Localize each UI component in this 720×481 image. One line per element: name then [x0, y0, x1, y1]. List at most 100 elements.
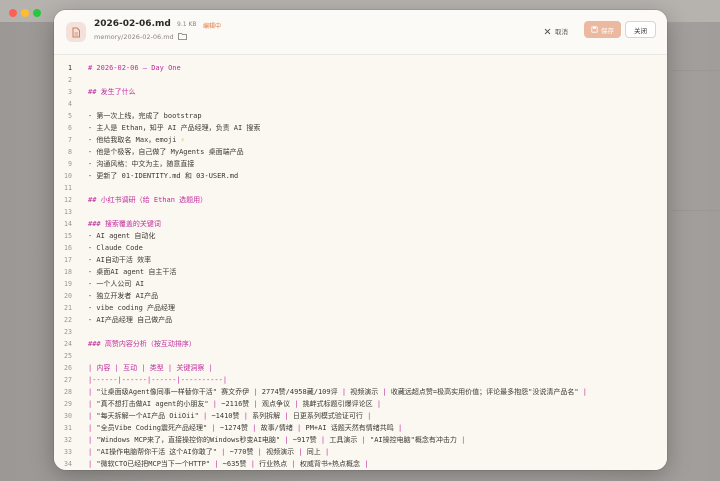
line-text: - 更新了 01-IDENTITY.md 和 03-USER.md — [88, 172, 239, 180]
table-cell-text: 故事/情绪 — [256, 424, 298, 432]
edit-state-badge: 编辑中 — [203, 23, 222, 30]
line-text: ## 小红书调研（给 Ethan 选题用） — [88, 196, 208, 204]
table-cell-text: 同上 — [302, 448, 325, 456]
editor-line[interactable]: 20 - 独立开发者 AI产品 — [54, 290, 667, 302]
editor-line[interactable]: 18 - 桌面AI agent 自主干活 — [54, 266, 667, 278]
close-label: 关闭 — [634, 26, 647, 35]
line-number: 31 — [64, 424, 72, 432]
editor-line[interactable]: 22 - AI产品经理 自己做产品 — [54, 314, 667, 326]
table-pipe: | — [324, 448, 330, 456]
table-cell-text: 2774赞/4958藏/109评 — [257, 388, 342, 396]
editor-line[interactable]: 8 - 他是个极客，自己做了 MyAgents 桌面端产品 — [54, 146, 667, 158]
editor-line[interactable]: 34 | "微软CTO已经把MCP当下一个HTTP" | ~635赞 | 行业热点… — [54, 458, 667, 470]
editor-line[interactable]: 2 — [54, 74, 667, 86]
table-cell-text: "AI操作电脑帮你干活 这个AI你敢了" — [92, 448, 222, 456]
zoom-window-icon[interactable] — [33, 9, 41, 17]
table-cell-text: "让桌面级Agent像同事一样替你干活" 赛文乔伊 — [92, 388, 254, 396]
table-cell-text: 行业热点 — [254, 460, 292, 468]
editor-line[interactable]: 7 - 他给我取名 Max，emoji ⚡ — [54, 134, 667, 146]
editor-line[interactable]: 9 - 沟通风格：中文为主，随意直接 — [54, 158, 667, 170]
file-editor-dialog: 2026-02-06.md 9.1 KB 编辑中 memory/2026-02-… — [54, 10, 667, 470]
table-cell-text: ~1274赞 — [215, 424, 253, 432]
line-text: | "每天拆解一个AI产品 OiiOii" | ~1410赞 | 系列拆解 | … — [88, 410, 371, 422]
line-number: 6 — [68, 124, 72, 132]
editor-line[interactable]: 17 - AI自动干活 效率 — [54, 254, 667, 266]
editor-line[interactable]: 31 | "全员Vibe Coding震死产品经理" | ~1274赞 | 故事/… — [54, 422, 667, 434]
line-number: 21 — [64, 304, 72, 312]
editor-line[interactable]: 27 |------|------|------|----------| — [54, 374, 667, 386]
markdown-editor[interactable]: 1 # 2026-02-06 — Day One 2 3 ## 发生了什么 4 5- 第一次… — [54, 55, 667, 470]
editor-line[interactable]: 21 - vibe coding 产品经理 — [54, 302, 667, 314]
close-button[interactable]: 关闭 — [625, 21, 656, 38]
editor-line[interactable]: 28 | "让桌面级Agent像同事一样替你干活" 赛文乔伊 | 2774赞/49… — [54, 386, 667, 398]
line-text: - Claude Code — [88, 244, 143, 252]
line-number: 19 — [64, 280, 72, 288]
table-pipe: | — [367, 412, 372, 420]
editor-line[interactable]: 19 - 一个人公司 AI — [54, 278, 667, 290]
minimize-window-icon[interactable] — [21, 9, 29, 17]
cancel-button[interactable]: 取消 — [544, 23, 568, 39]
line-number: 8 — [68, 148, 72, 156]
editor-line[interactable]: 3 ## 发生了什么 — [54, 86, 667, 98]
line-text: - 一个人公司 AI — [88, 280, 145, 288]
editor-line[interactable]: 32 | "Windows MCP来了，直接操控你的Windows秒变AI电脑" … — [54, 434, 667, 446]
line-text: ### 搜索覆盖的关键词 — [88, 220, 161, 228]
line-number: 10 — [64, 172, 72, 180]
line-text: # 2026-02-06 — Day One — [88, 64, 181, 72]
background-divider — [672, 210, 720, 211]
editor-line[interactable]: 33 | "AI操作电脑帮你干活 这个AI你敢了" | ~770赞 | 视频演示 … — [54, 446, 667, 458]
editor-line[interactable]: 11 — [54, 182, 667, 194]
table-cell-text: 日更系列模式验证可行 — [288, 412, 368, 420]
line-text: ### 高赞内容分析（按互动排序） — [88, 340, 196, 348]
line-number: 22 — [64, 316, 72, 324]
line-number: 24 — [64, 340, 72, 348]
line-number: 7 — [68, 136, 72, 144]
line-text: - 沟通风格：中文为主，随意直接 — [88, 160, 195, 168]
table-cell-text: "全员Vibe Coding震死产品经理" — [92, 424, 212, 432]
table-cell-text: 工具演示 — [325, 436, 362, 444]
line-number: 30 — [64, 412, 72, 420]
editor-line[interactable]: 29 | "真不想打击做AI agent的小朋友" | ~2116赞 | 观点争议… — [54, 398, 667, 410]
editor-line[interactable]: 1 # 2026-02-06 — Day One — [54, 62, 667, 74]
table-cell-text: ~1410赞 — [207, 412, 244, 420]
editor-line[interactable]: 30 | "每天拆解一个AI产品 OiiOii" | ~1410赞 | 系列拆解 … — [54, 410, 667, 422]
line-number: 32 — [64, 436, 72, 444]
table-pipe: | — [376, 400, 382, 408]
line-number: 13 — [64, 208, 72, 216]
line-text: | "Windows MCP来了，直接操控你的Windows秒变AI电脑" | … — [88, 434, 465, 446]
table-cell-text: 系列拆解 — [247, 412, 285, 420]
table-pipe: | — [397, 424, 403, 432]
line-text: ## 发生了什么 — [88, 88, 136, 96]
editor-line[interactable]: 15 - AI agent 自动化 — [54, 230, 667, 242]
close-icon — [544, 28, 551, 34]
line-text: | "让桌面级Agent像同事一样替你干活" 赛文乔伊 | 2774赞/4958… — [88, 386, 587, 398]
line-number: 11 — [64, 184, 72, 192]
line-text: - 他给我取名 Max，emoji ⚡ — [88, 134, 185, 146]
line-text: - 他是个极客，自己做了 MyAgents 桌面端产品 — [88, 148, 244, 156]
line-text: - AI自动干活 效率 — [88, 256, 152, 264]
editor-line[interactable]: 6 - 主人是 Ethan，知乎 AI 产品经理，负责 AI 搜索 — [54, 122, 667, 134]
table-cell-text: "每天拆解一个AI产品 OiiOii" — [92, 412, 204, 420]
line-number: 20 — [64, 292, 72, 300]
editor-line[interactable]: 25 — [54, 350, 667, 362]
table-pipe: | — [582, 388, 587, 396]
editor-line[interactable]: 26 | 内容 | 互动 | 类型 | 关键洞察 | — [54, 362, 667, 374]
editor-line[interactable]: 14 ### 搜索覆盖的关键词 — [54, 218, 667, 230]
table-cell-text: PM+AI 话题天然有情绪共鸣 — [301, 424, 398, 432]
table-cell-text: ~917赞 — [288, 436, 321, 444]
file-path: memory/2026-02-06.md — [94, 33, 174, 41]
editor-line[interactable]: 24 ### 高赞内容分析（按互动排序） — [54, 338, 667, 350]
editor-line[interactable]: 4 — [54, 98, 667, 110]
close-window-icon[interactable] — [9, 9, 17, 17]
editor-line[interactable]: 13 — [54, 206, 667, 218]
editor-line[interactable]: 5 - 第一次上线，完成了 bootstrap — [54, 110, 667, 122]
line-number: 28 — [64, 388, 72, 396]
editor-line[interactable]: 10 - 更新了 01-IDENTITY.md 和 03-USER.md — [54, 170, 667, 182]
editor-line[interactable]: 23 — [54, 326, 667, 338]
editor-line[interactable]: 12 ## 小红书调研（给 Ethan 选题用） — [54, 194, 667, 206]
folder-icon[interactable] — [178, 32, 187, 40]
line-text: | "真不想打击做AI agent的小朋友" | ~2116赞 | 观点争议 |… — [88, 398, 381, 410]
editor-line[interactable]: 16 - Claude Code — [54, 242, 667, 254]
save-button[interactable]: 保存 — [584, 21, 621, 38]
line-number: 14 — [64, 220, 72, 228]
